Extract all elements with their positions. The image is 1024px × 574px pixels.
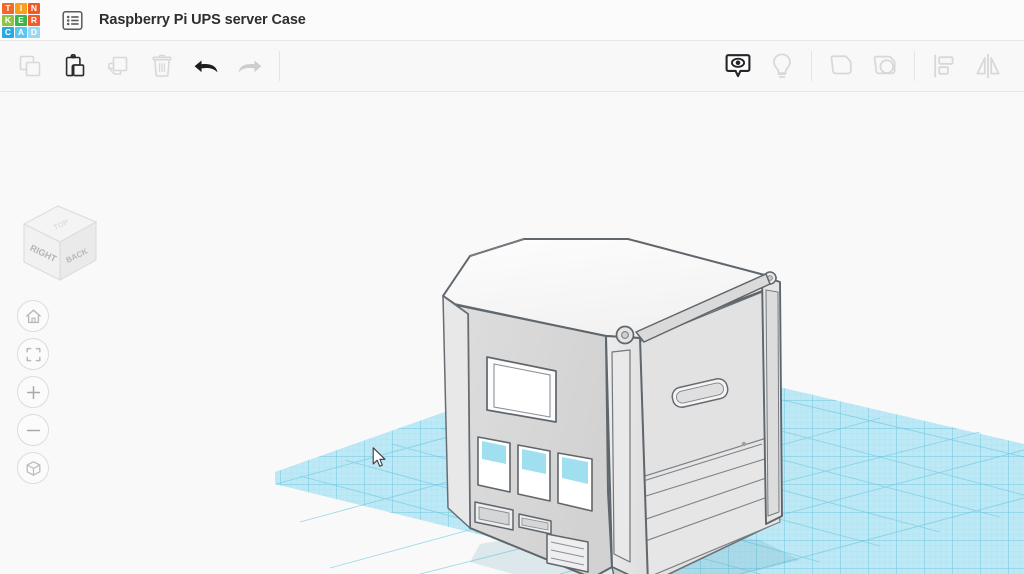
model-screw-boss-front [617,327,634,344]
3d-viewport[interactable]: RIGHT BACK TOP [0,92,1024,574]
undo-arrow-icon [192,54,220,78]
design-menu-button[interactable] [55,0,89,41]
model-corner-post-inner [612,350,630,562]
logo-tile-c: C [2,27,14,38]
logo-tile-i: I [15,3,27,14]
delete-button[interactable] [140,44,184,88]
redo-arrow-icon [236,54,264,78]
minus-icon [25,422,42,439]
logo-tile-k: K [2,15,14,26]
show-all-button[interactable] [716,44,760,88]
paste-button[interactable] [52,44,96,88]
view-cube[interactable]: RIGHT BACK TOP [14,196,104,288]
group-shape-icon [827,52,855,80]
toolbar-right-group [716,41,1024,91]
view-nav-controls [17,300,49,484]
logo-tile-e: E [15,15,27,26]
paste-icon [62,54,86,78]
toolbar-divider-right-1 [811,51,812,81]
edit-toolbar [0,41,1024,92]
align-button[interactable] [922,44,966,88]
trash-icon [150,54,174,78]
cube-perspective-icon [25,460,42,477]
logo-tile-a: A [15,27,27,38]
mirror-flip-icon [974,52,1002,80]
tinkercad-app: T I N K E R C A D Raspberry Pi [0,0,1024,574]
model-front-bevel [443,296,470,528]
ungroup-button[interactable] [863,44,907,88]
design-title[interactable]: Raspberry Pi UPS server Case [99,12,306,28]
toolbar-divider-right-2 [914,51,915,81]
logo-tile-n: N [28,3,40,14]
model-raspberry-pi-ups-case [443,239,782,574]
3d-scene [0,92,1024,574]
eye-visibility-icon [724,52,752,80]
view-cube-svg: RIGHT BACK TOP [14,196,104,288]
logo-tile-d: D [28,27,40,38]
home-icon [25,308,42,325]
fit-selection-button[interactable] [17,338,49,370]
mirror-button[interactable] [966,44,1010,88]
copy-icon [18,54,42,78]
duplicate-button[interactable] [96,44,140,88]
zoom-in-button[interactable] [17,376,49,408]
redo-button[interactable] [228,44,272,88]
group-button[interactable] [819,44,863,88]
view-toggle-button[interactable] [17,452,49,484]
toolbar-left-group [0,41,287,91]
logo-tile-r: R [28,15,40,26]
lightbulb-icon [769,52,795,80]
zoom-out-button[interactable] [17,414,49,446]
duplicate-icon [106,54,130,78]
undo-button[interactable] [184,44,228,88]
top-bar: T I N K E R C A D Raspberry Pi [0,0,1024,41]
logo-tile-t: T [2,3,14,14]
plus-icon [25,384,42,401]
logo-grid: T I N K E R C A D [2,3,40,38]
ungroup-shape-icon [871,52,899,80]
tinkercad-logo[interactable]: T I N K E R C A D [0,0,42,41]
fit-brackets-icon [25,346,42,363]
align-icon [931,52,957,80]
fit-all-button[interactable] [17,300,49,332]
model-corner-post-rear-inner [766,290,779,516]
toolbar-divider-left [279,51,280,81]
light-button[interactable] [760,44,804,88]
list-menu-icon [62,10,83,31]
copy-button[interactable] [8,44,52,88]
